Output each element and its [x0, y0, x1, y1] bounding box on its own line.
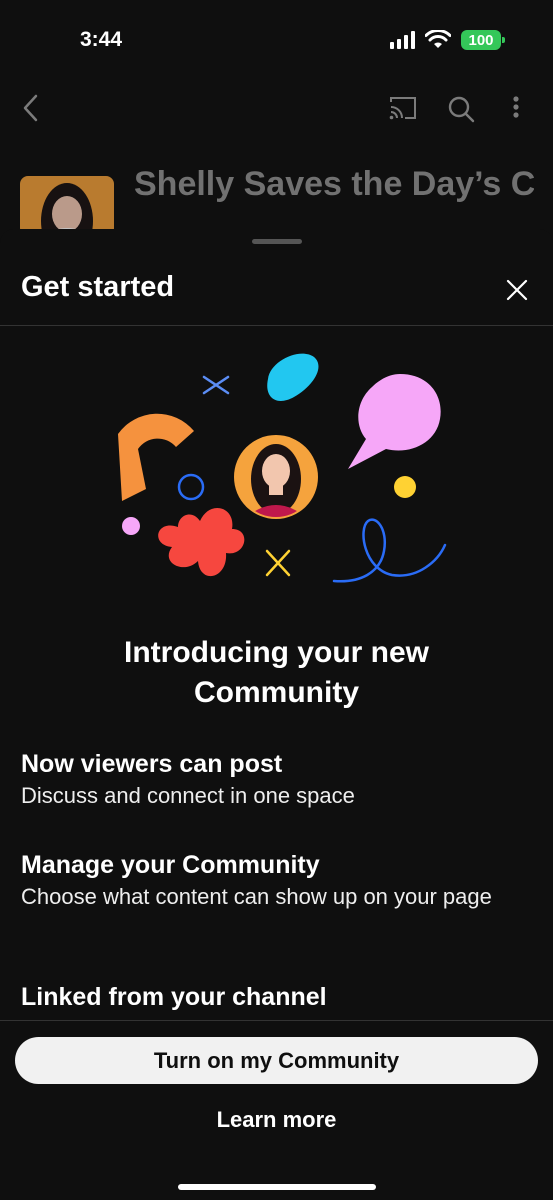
sheet-title: Get started [21, 271, 175, 303]
feature-title: Manage your Community [21, 851, 320, 879]
feature-description: Discuss and connect in one space [21, 783, 355, 808]
channel-title: Shelly Saves the Day’s Community [134, 165, 534, 203]
blue-ring-shape [177, 473, 205, 501]
orange-arch-shape [118, 413, 194, 501]
home-indicator [178, 1184, 376, 1190]
feature-item: Now viewers can post Discuss and connect… [21, 748, 521, 812]
back-arrow-icon[interactable] [20, 93, 42, 123]
yellow-x-shape [265, 549, 291, 577]
divider [0, 325, 553, 326]
signal-icon [390, 31, 415, 49]
yellow-dot-shape [394, 476, 416, 498]
drag-handle[interactable] [252, 239, 302, 244]
battery-icon: 100 [461, 30, 505, 50]
divider [0, 1020, 553, 1021]
get-started-sheet: Get started Introducing your new Communi… [0, 229, 553, 1200]
close-icon[interactable] [500, 273, 534, 307]
community-illustration [118, 353, 447, 583]
blue-x-shape [202, 375, 230, 395]
pink-dot-shape [122, 517, 140, 535]
cyan-blob-shape [267, 353, 319, 401]
turn-on-community-button[interactable]: Turn on my Community [15, 1037, 538, 1084]
creator-avatar [234, 435, 318, 519]
top-nav [0, 85, 553, 135]
status-time: 3:44 [80, 28, 123, 51]
search-icon[interactable] [447, 95, 475, 123]
feature-title: Now viewers can post [21, 750, 283, 778]
status-bar: 3:44 100 [0, 0, 553, 80]
cast-icon[interactable] [388, 95, 418, 121]
feature-title: Linked from your channel [21, 983, 327, 1011]
feature-description: Choose what content can show up on your … [21, 884, 492, 909]
feature-item: Linked from your channel [21, 981, 521, 1011]
headline: Introducing your new Community [124, 636, 429, 709]
speech-bubble-shape [348, 374, 441, 469]
blue-squiggle-shape [332, 518, 447, 583]
red-flower-shape [158, 507, 245, 577]
channel-avatar [20, 176, 114, 236]
wifi-icon [425, 30, 451, 48]
learn-more-link[interactable]: Learn more [0, 1107, 553, 1133]
feature-item: Manage your Community Choose what conten… [21, 849, 521, 913]
more-vert-icon[interactable] [510, 95, 522, 121]
status-icons: 100 [390, 30, 505, 50]
